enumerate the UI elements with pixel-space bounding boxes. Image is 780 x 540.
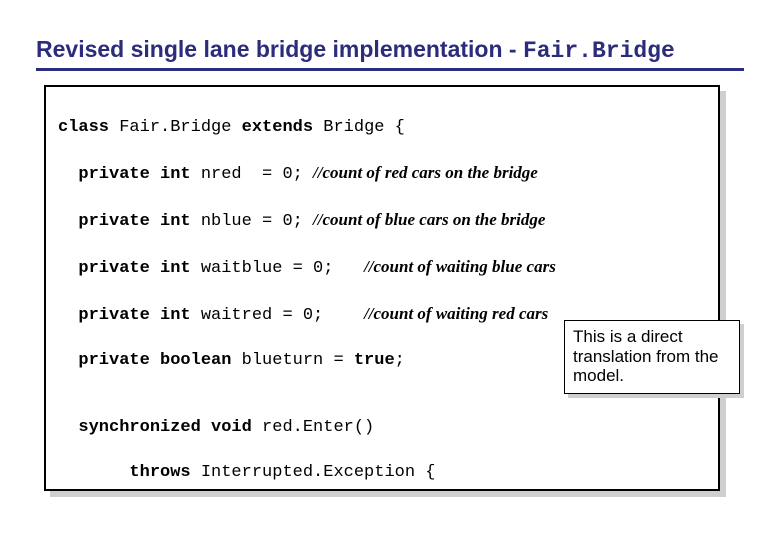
code-content: class Fair.Bridge extends Bridge { priva… bbox=[44, 85, 720, 491]
code-text: red.Enter() bbox=[252, 418, 374, 437]
slide-title: Revised single lane bridge implementatio… bbox=[36, 36, 744, 64]
slide: Revised single lane bridge implementatio… bbox=[0, 0, 780, 540]
title-divider bbox=[36, 68, 744, 71]
code-text: Fair.Bridge bbox=[109, 118, 242, 137]
title-classname: Fair.Bridge bbox=[523, 38, 675, 64]
kw-private-int: private int bbox=[58, 165, 191, 184]
callout-box: This is a direct translation from the mo… bbox=[564, 320, 740, 394]
code-comment: //count of waiting blue cars bbox=[364, 257, 556, 276]
code-comment: //count of waiting red cars bbox=[364, 304, 548, 323]
code-text: ; bbox=[395, 351, 405, 370]
code-text: Interrupted.Exception { bbox=[201, 463, 436, 482]
kw-extends: extends bbox=[242, 118, 313, 137]
code-comment: //count of red cars on the bridge bbox=[313, 163, 538, 182]
kw-throws: throws bbox=[58, 463, 201, 482]
kw-private-int: private int bbox=[58, 306, 191, 325]
code-text: Bridge { bbox=[313, 118, 405, 137]
kw-class: class bbox=[58, 118, 109, 137]
kw-true: true bbox=[354, 351, 395, 370]
kw-sync-void: synchronized void bbox=[58, 418, 252, 437]
code-box: class Fair.Bridge extends Bridge { priva… bbox=[44, 85, 720, 491]
code-text: waitred = 0; bbox=[191, 306, 364, 325]
code-comment: //count of blue cars on the bridge bbox=[313, 210, 545, 229]
code-text: blueturn = bbox=[231, 351, 353, 370]
code-text: waitblue = 0; bbox=[191, 259, 364, 278]
kw-private-int: private int bbox=[58, 212, 191, 231]
code-text: nblue = 0; bbox=[191, 212, 313, 231]
code-text: nred = 0; bbox=[191, 165, 313, 184]
kw-private-boolean: private boolean bbox=[58, 351, 231, 370]
kw-private-int: private int bbox=[58, 259, 191, 278]
title-text: Revised single lane bridge implementatio… bbox=[36, 36, 523, 62]
callout-text: This is a direct translation from the mo… bbox=[564, 320, 740, 394]
